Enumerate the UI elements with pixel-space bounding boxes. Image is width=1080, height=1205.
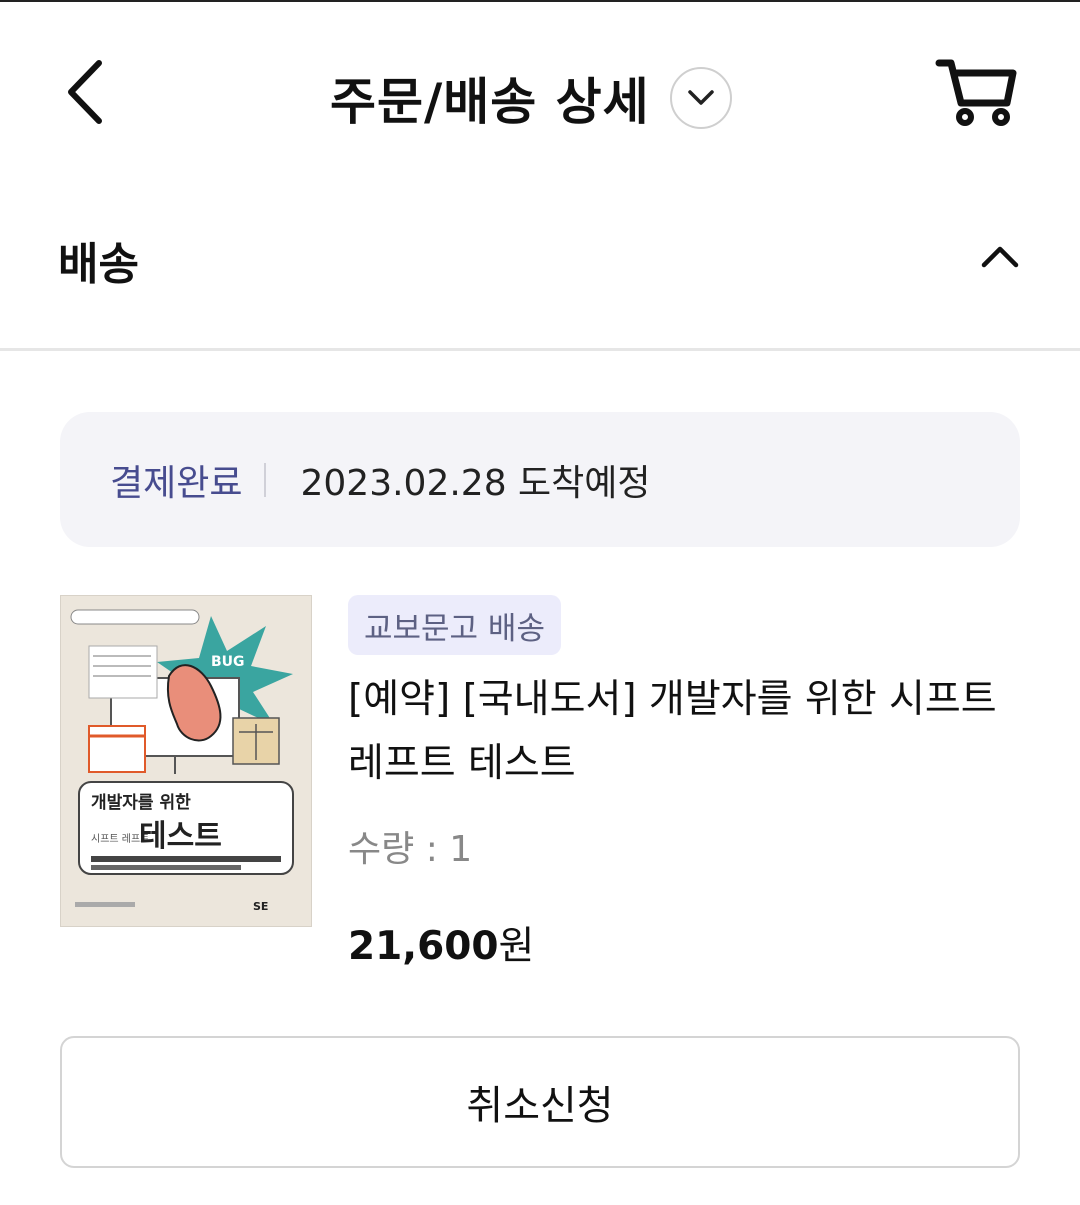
price-amount: 21,600 [348, 924, 499, 969]
section-divider [0, 348, 1080, 351]
delivery-type-badge: 교보문고 배송 [348, 595, 561, 655]
product-price: 21,600원 [348, 915, 534, 971]
product-thumbnail[interactable]: BUG 개발자를 위한 시프트 레프트 테스트 SE [60, 595, 312, 927]
status-separator [264, 462, 267, 497]
chevron-up-icon [981, 246, 1019, 268]
cover-publisher: SE [253, 900, 268, 913]
chevron-down-icon [687, 90, 714, 105]
app-header: 주문/배송 상세 [0, 0, 1080, 190]
back-button[interactable] [55, 52, 115, 132]
quantity-label: 수량 [348, 829, 415, 870]
price-unit: 원 [498, 924, 535, 969]
cover-title-big: 테스트 [139, 819, 222, 854]
quantity-separator: : [414, 829, 450, 870]
book-cover-image: BUG 개발자를 위한 시프트 레프트 테스트 SE [61, 596, 311, 926]
cancel-order-button[interactable]: 취소신청 [60, 1036, 1020, 1168]
page-title: 주문/배송 상세 [330, 73, 650, 131]
quantity-value: 1 [449, 829, 473, 870]
title-dropdown[interactable]: 주문/배송 상세 [330, 58, 732, 138]
product-title[interactable]: [예약] [국내도서] 개발자를 위한 시프트 레프트 테스트 [348, 668, 1028, 796]
order-status-box: 결제완료 2023.02.28 도착예정 [60, 412, 1020, 547]
collapse-toggle[interactable] [975, 236, 1025, 276]
cart-button[interactable] [932, 52, 1022, 132]
cart-icon [935, 59, 1017, 126]
quantity: 수량 : 1 [348, 820, 472, 872]
delivery-section-header[interactable]: 배송 [0, 200, 1080, 310]
status-badge: 결제완료 [110, 462, 243, 504]
arrival-date: 2023.02.28 도착예정 [300, 462, 651, 504]
bug-label: BUG [211, 654, 245, 670]
section-title: 배송 [58, 239, 139, 290]
cover-title-line: 개발자를 위한 [91, 793, 191, 813]
chevron-left-icon [68, 60, 102, 124]
title-toggle-button[interactable] [669, 67, 732, 129]
